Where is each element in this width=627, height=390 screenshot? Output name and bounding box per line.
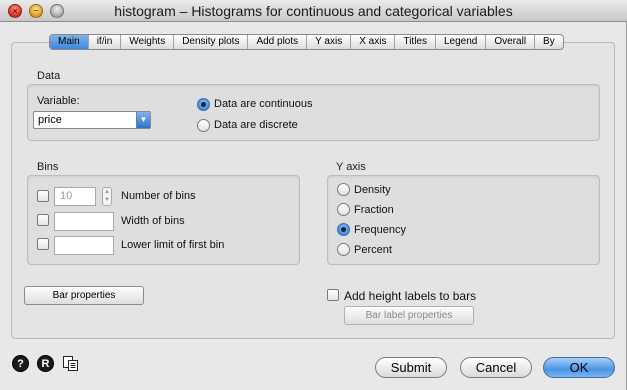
radio-data-discrete-label[interactable]: Data are discrete bbox=[214, 119, 298, 131]
number-of-bins-stepper[interactable]: ▲ ▼ bbox=[102, 187, 112, 206]
y-axis-group-title: Y axis bbox=[336, 161, 366, 173]
data-group-title: Data bbox=[37, 70, 61, 82]
radio-fraction-label[interactable]: Fraction bbox=[354, 204, 394, 216]
width-of-bins-checkbox[interactable] bbox=[37, 214, 49, 226]
number-of-bins-label: Number of bins bbox=[121, 190, 196, 202]
radio-fraction[interactable] bbox=[337, 203, 350, 216]
tab-titles[interactable]: Titles bbox=[395, 35, 436, 49]
number-of-bins-field[interactable]: 10 bbox=[54, 187, 96, 206]
variable-select[interactable]: price ▼ bbox=[33, 111, 151, 129]
title-bar[interactable]: × – histogram – Histograms for continuou… bbox=[0, 0, 627, 22]
tab-add-plots[interactable]: Add plots bbox=[248, 35, 308, 49]
chevron-down-icon[interactable]: ▼ bbox=[136, 112, 150, 128]
radio-percent[interactable] bbox=[337, 243, 350, 256]
radio-frequency-label[interactable]: Frequency bbox=[354, 224, 406, 236]
radio-density-label[interactable]: Density bbox=[354, 184, 391, 196]
lower-limit-checkbox[interactable] bbox=[37, 238, 49, 250]
radio-percent-label[interactable]: Percent bbox=[354, 244, 392, 256]
window-title: histogram – Histograms for continuous an… bbox=[114, 3, 513, 19]
copy-command-icon[interactable] bbox=[62, 355, 79, 372]
tab-main[interactable]: Main bbox=[50, 35, 89, 49]
radio-data-discrete[interactable] bbox=[197, 119, 210, 132]
tab-x-axis[interactable]: X axis bbox=[351, 35, 396, 49]
width-of-bins-field[interactable] bbox=[54, 212, 114, 231]
reset-icon[interactable]: R bbox=[37, 355, 54, 372]
variable-value: price bbox=[38, 114, 62, 126]
variable-label: Variable: bbox=[37, 95, 80, 107]
width-of-bins-label: Width of bins bbox=[121, 215, 185, 227]
tab-overall[interactable]: Overall bbox=[486, 35, 536, 49]
histogram-dialog: × – histogram – Histograms for continuou… bbox=[0, 0, 627, 390]
tab-bar: Main if/in Weights Density plots Add plo… bbox=[49, 34, 564, 50]
radio-data-continuous-label[interactable]: Data are continuous bbox=[214, 98, 312, 110]
lower-limit-label: Lower limit of first bin bbox=[121, 239, 225, 251]
tab-by[interactable]: By bbox=[535, 35, 563, 49]
number-of-bins-checkbox[interactable] bbox=[37, 190, 49, 202]
submit-button[interactable]: Submit bbox=[375, 357, 447, 378]
height-labels-label[interactable]: Add height labels to bars bbox=[344, 289, 476, 303]
tab-y-axis[interactable]: Y axis bbox=[307, 35, 352, 49]
tab-legend[interactable]: Legend bbox=[436, 35, 487, 49]
help-icon[interactable]: ? bbox=[12, 355, 29, 372]
bins-group-title: Bins bbox=[37, 161, 59, 173]
radio-data-continuous[interactable] bbox=[197, 98, 210, 111]
radio-density[interactable] bbox=[337, 183, 350, 196]
tab-density-plots[interactable]: Density plots bbox=[174, 35, 249, 49]
bar-properties-button[interactable]: Bar properties bbox=[24, 286, 144, 305]
cancel-button[interactable]: Cancel bbox=[460, 357, 532, 378]
lower-limit-field[interactable] bbox=[54, 236, 114, 255]
bar-label-properties-button[interactable]: Bar label properties bbox=[344, 306, 474, 325]
height-labels-checkbox[interactable] bbox=[327, 289, 339, 301]
ok-button[interactable]: OK bbox=[543, 357, 615, 378]
tab-weights[interactable]: Weights bbox=[121, 35, 175, 49]
tab-if-in[interactable]: if/in bbox=[89, 35, 122, 49]
radio-frequency[interactable] bbox=[337, 223, 350, 236]
